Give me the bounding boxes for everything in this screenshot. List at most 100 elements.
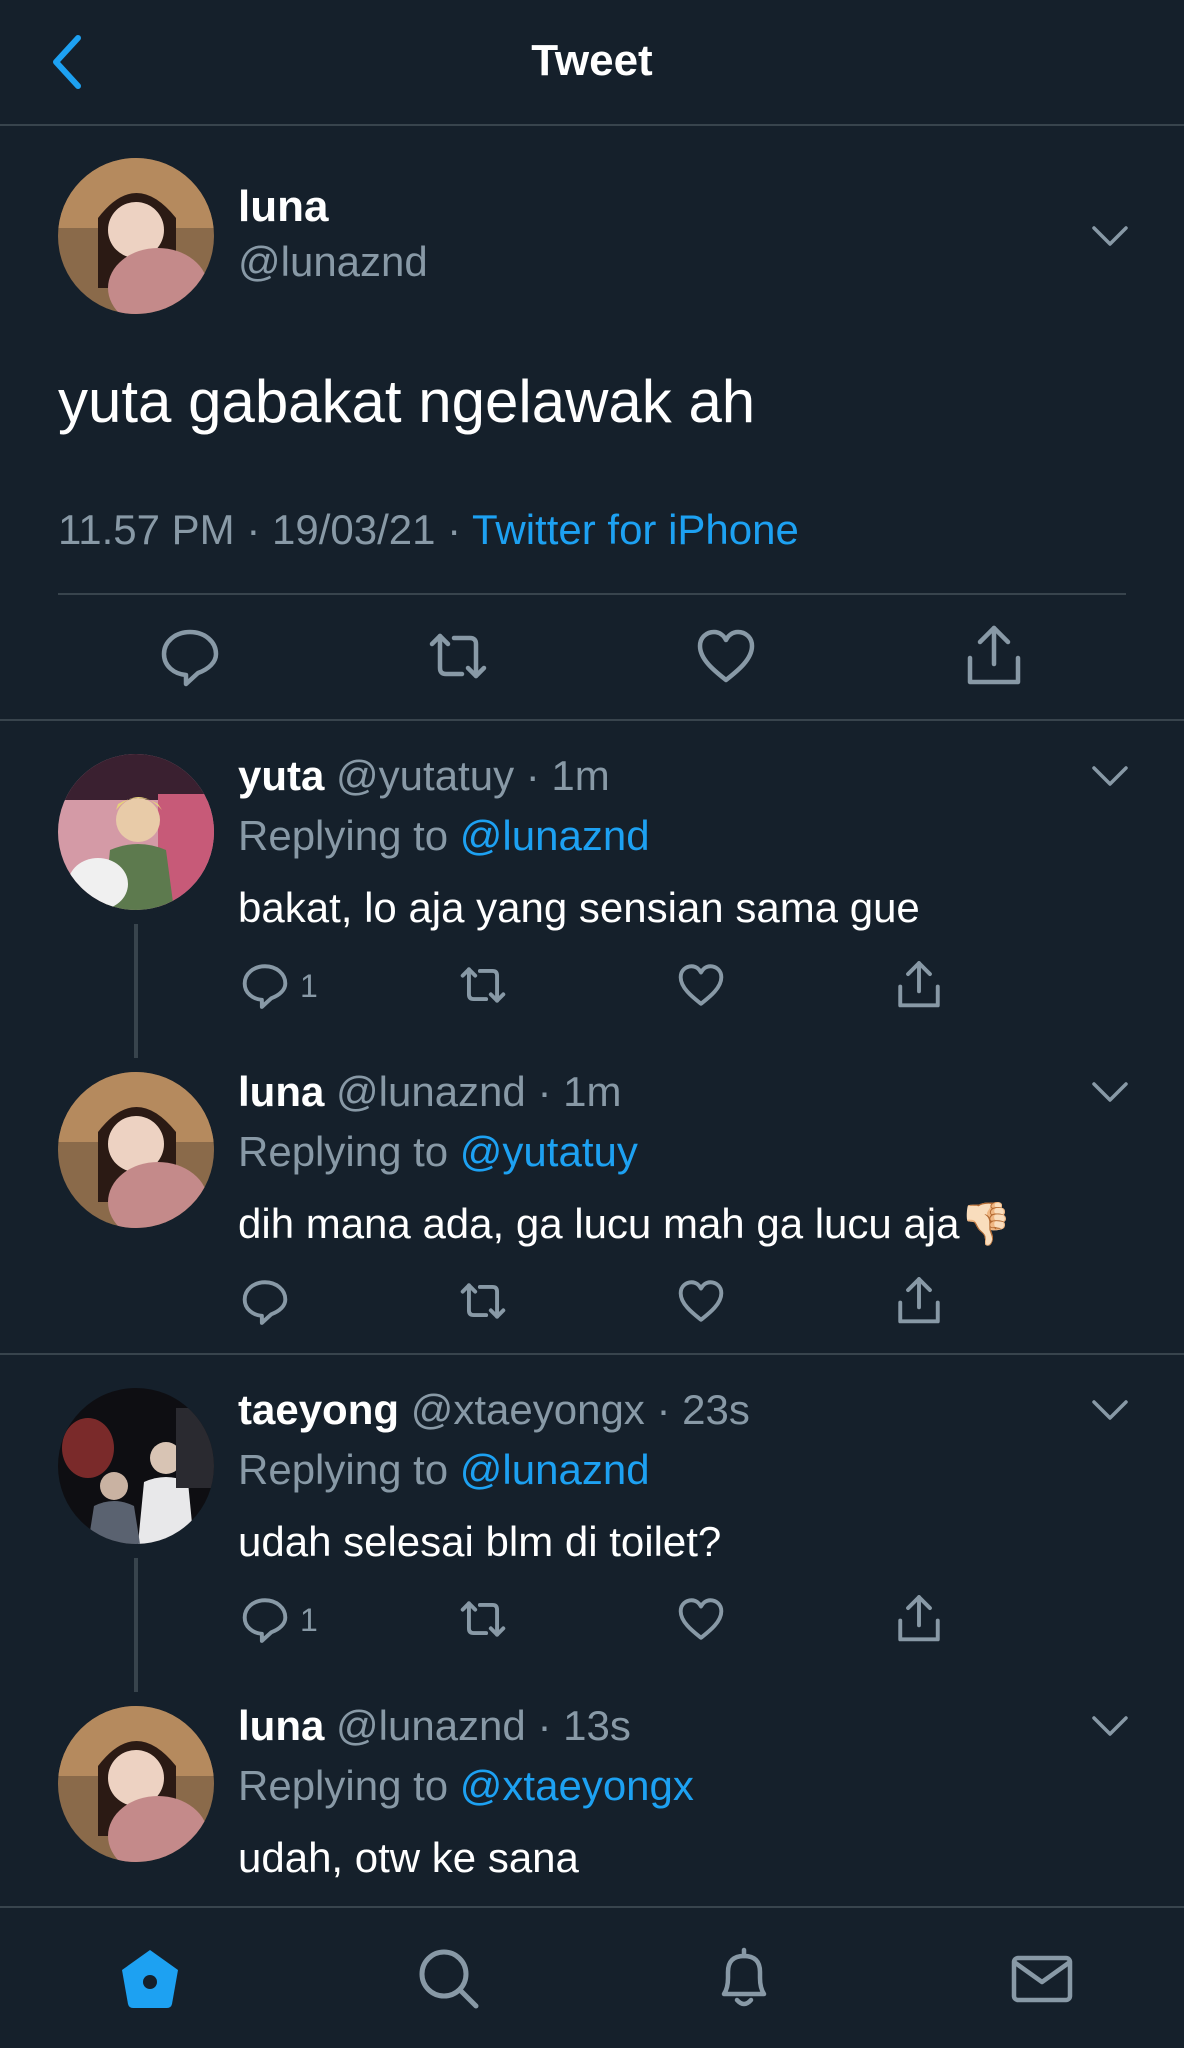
author-name[interactable]: luna [238, 182, 328, 232]
reply-icon [242, 1598, 288, 1643]
tweet-text: yuta gabakat ngelawak ah [58, 368, 756, 435]
replying-label: Replying to [238, 1446, 460, 1493]
reply-button[interactable] [240, 1594, 290, 1644]
chevron-down-icon [1092, 1082, 1128, 1102]
chevron-down-icon [1092, 766, 1128, 786]
reply-header: yuta @yutatuy · 1m [238, 752, 610, 800]
reply-button[interactable] [158, 624, 222, 688]
author-name[interactable]: luna [238, 1702, 324, 1749]
avatar-photo [58, 158, 214, 314]
like-button[interactable] [694, 624, 758, 688]
reply-text: udah selesai blm di toilet? [238, 1518, 722, 1565]
retweet-button[interactable] [426, 624, 490, 688]
thread-line [134, 1558, 138, 1692]
heart-icon [678, 1280, 724, 1322]
reply-button[interactable] [240, 960, 290, 1010]
replying-label: Replying to [238, 1762, 460, 1809]
author-handle-time: @yutatuy · 1m [324, 752, 610, 799]
thumbs-down-emoji: 👎🏻 [959, 1200, 1012, 1247]
tweet-source-link[interactable]: Twitter for iPhone [472, 506, 799, 553]
heart-icon [697, 629, 755, 683]
reply-header: taeyong @xtaeyongx · 23s [238, 1386, 750, 1434]
replying-to: Replying to @lunaznd [238, 812, 650, 860]
home-icon [122, 1950, 178, 2008]
tab-search[interactable] [414, 1944, 482, 2012]
more-options-button[interactable] [1090, 1398, 1130, 1424]
author-handle-time: @lunaznd · 13s [324, 1702, 631, 1749]
share-icon [898, 1595, 940, 1642]
like-button[interactable] [676, 1594, 726, 1644]
retweet-icon [460, 1283, 506, 1319]
reply-icon [242, 964, 288, 1009]
chevron-down-icon [1092, 1400, 1128, 1420]
replying-to: Replying to @yutatuy [238, 1128, 638, 1176]
avatar[interactable] [58, 1072, 214, 1228]
reply-header: luna @lunaznd · 1m [238, 1068, 621, 1116]
reply-icon [242, 1280, 288, 1325]
author-name[interactable]: yuta [238, 752, 324, 799]
replying-to: Replying to @lunaznd [238, 1446, 650, 1494]
tab-home[interactable] [116, 1944, 184, 2012]
avatar[interactable] [58, 1706, 214, 1862]
reply-icon [161, 629, 219, 687]
divider [58, 593, 1126, 595]
chevron-down-icon [1092, 1716, 1128, 1736]
tab-messages[interactable] [1008, 1944, 1076, 2012]
like-button[interactable] [676, 960, 726, 1010]
heart-icon [678, 1598, 724, 1640]
replying-label: Replying to [238, 812, 460, 859]
replying-to-link[interactable]: @xtaeyongx [460, 1762, 694, 1809]
share-button[interactable] [894, 960, 944, 1010]
retweet-icon [460, 967, 506, 1003]
avatar[interactable] [58, 754, 214, 910]
reply-text-body: dih mana ada, ga lucu mah ga lucu aja [238, 1200, 960, 1247]
retweet-icon [460, 1601, 506, 1637]
reply-text: dih mana ada, ga lucu mah ga lucu aja👎🏻 [238, 1200, 1012, 1249]
share-icon [898, 1277, 940, 1324]
retweet-button[interactable] [458, 960, 508, 1010]
author-name[interactable]: taeyong [238, 1386, 399, 1433]
avatar-photo [58, 754, 214, 910]
top-bar: Tweet [0, 0, 1184, 126]
reply-count: 1 [300, 968, 318, 1004]
reply-text: bakat, lo aja yang sensian sama gue [238, 884, 920, 931]
reply-button[interactable] [240, 1276, 290, 1326]
retweet-button[interactable] [458, 1276, 508, 1326]
more-options-button[interactable] [1090, 224, 1130, 250]
replying-to-link[interactable]: @lunaznd [460, 812, 650, 859]
author-handle-time: @lunaznd · 1m [324, 1068, 622, 1115]
avatar[interactable] [58, 1388, 214, 1544]
retweet-button[interactable] [458, 1594, 508, 1644]
thread-line [134, 924, 138, 1058]
divider [0, 719, 1184, 721]
chevron-down-icon [1092, 226, 1128, 246]
messages-envelope-icon [1011, 1955, 1073, 2003]
share-button[interactable] [894, 1276, 944, 1326]
avatar[interactable] [58, 158, 214, 314]
author-name[interactable]: luna [238, 1068, 324, 1115]
avatar-photo [58, 1072, 214, 1228]
more-options-button[interactable] [1090, 1714, 1130, 1740]
replying-to-link[interactable]: @lunaznd [460, 1446, 650, 1493]
page-title: Tweet [531, 36, 653, 85]
replying-to: Replying to @xtaeyongx [238, 1762, 694, 1810]
share-button[interactable] [962, 624, 1026, 688]
tab-notifications[interactable] [710, 1944, 778, 2012]
replying-to-link[interactable]: @yutatuy [460, 1128, 638, 1175]
reply-count: 1 [300, 1602, 318, 1638]
share-button[interactable] [894, 1594, 944, 1644]
search-icon [419, 1949, 479, 2009]
divider [0, 1353, 1184, 1355]
author-handle[interactable]: @lunaznd [238, 238, 428, 286]
like-button[interactable] [676, 1276, 726, 1326]
share-icon [967, 625, 1021, 685]
avatar-photo [58, 1388, 214, 1544]
reply-header: luna @lunaznd · 13s [238, 1702, 631, 1750]
more-options-button[interactable] [1090, 764, 1130, 790]
more-options-button[interactable] [1090, 1080, 1130, 1106]
notifications-bell-icon [721, 1947, 767, 2007]
retweet-icon [429, 633, 487, 679]
avatar-photo [58, 1706, 214, 1862]
reply-text: udah, otw ke sana [238, 1834, 579, 1881]
replying-label: Replying to [238, 1128, 460, 1175]
